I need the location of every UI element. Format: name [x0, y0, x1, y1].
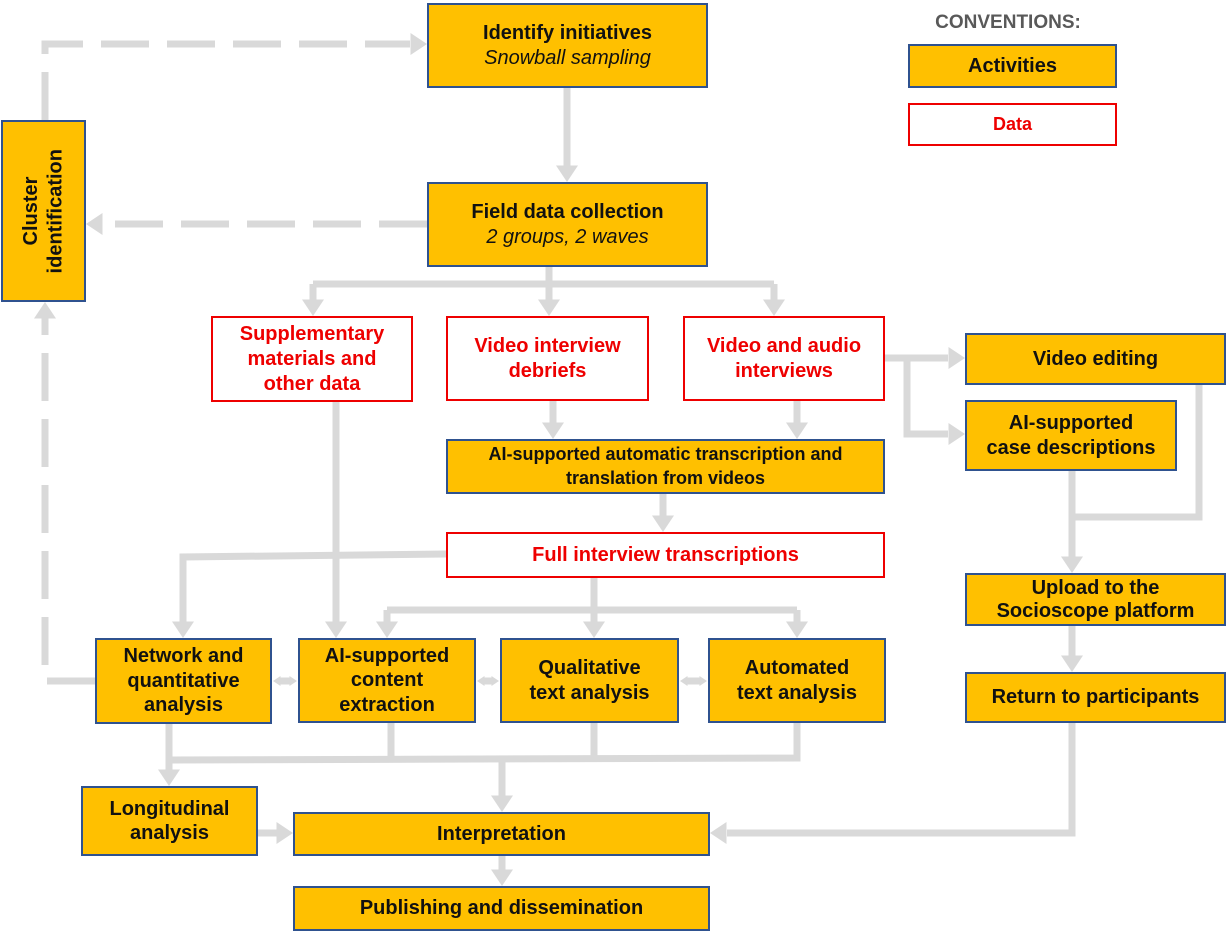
node-line-1: Cluster — [20, 176, 43, 246]
arrow-interviews-transcription — [786, 422, 808, 439]
legend-data: Data — [908, 103, 1117, 146]
arrow-transcription-full — [652, 515, 674, 532]
legend-activities: Activities — [908, 44, 1117, 88]
node-line-2: interviews — [735, 359, 833, 382]
node-video-editing[interactable]: Video editing — [965, 333, 1226, 385]
node-line-2: case descriptions — [986, 436, 1156, 459]
node-line-2: text analysis — [736, 681, 858, 704]
node-network-quantitative-analysis[interactable]: Network and quantitative analysis — [95, 638, 272, 724]
arrow-longitudinal-interpretation — [276, 822, 293, 844]
node-line-1: Qualitative — [538, 657, 641, 680]
node-line-1: AI-supported — [1008, 412, 1134, 435]
node-title: Return to participants — [991, 686, 1200, 709]
node-qualitative-text-analysis[interactable]: Qualitative text analysis — [500, 638, 679, 723]
node-line-3: other data — [263, 372, 361, 395]
node-field-data-collection[interactable]: Field data collection 2 groups, 2 waves — [427, 182, 708, 267]
node-line-2: translation from videos — [565, 467, 766, 488]
node-subtitle: 2 groups, 2 waves — [486, 225, 649, 248]
arrow-interpretation-publishing — [491, 869, 513, 886]
node-video-audio-interviews[interactable]: Video and audio interviews — [683, 316, 885, 401]
node-title: Identify initiatives — [483, 22, 652, 45]
node-line-1: Upload to the — [1031, 576, 1160, 599]
node-identify-initiatives[interactable]: Identify initiatives Snowball sampling — [427, 3, 708, 88]
edge-qualitative-automated-head-right — [699, 676, 707, 686]
arrow-identify-field — [556, 165, 578, 182]
node-line-2: identification — [44, 148, 67, 274]
node-line-1: Video interview — [474, 335, 621, 358]
node-title: Interpretation — [437, 822, 566, 845]
node-line-1: Supplementary — [239, 322, 385, 345]
node-line-2: Socioscope platform — [996, 599, 1195, 622]
edge-network-extraction-head-right — [289, 676, 297, 686]
edge-return-interpretation — [727, 723, 1076, 837]
arrow-merge-longitudinal — [158, 769, 180, 786]
node-line-1: AI-supported — [324, 644, 450, 667]
edge-interviews-case — [903, 358, 948, 438]
node-upload-socioscope[interactable]: Upload to the Socioscope platform — [965, 573, 1226, 626]
node-automated-text-analysis[interactable]: Automated text analysis — [708, 638, 886, 723]
node-line-1: AI-supported automatic transcription and — [488, 444, 843, 465]
node-line-3: extraction — [339, 693, 435, 716]
node-line-2: quantitative — [127, 669, 240, 692]
arrow-cluster-identify — [410, 33, 427, 55]
edge-automated-down — [168, 723, 801, 764]
arrow-interviews-case — [948, 423, 965, 445]
arrow-field-debriefs — [538, 299, 560, 316]
edge-network-cluster — [41, 318, 95, 685]
legend-data-label: Data — [992, 113, 1032, 134]
node-line-1: Longitudinal — [109, 797, 230, 820]
node-line-3: analysis — [144, 694, 223, 717]
node-interpretation[interactable]: Interpretation — [293, 812, 710, 856]
node-line-1: Network and — [123, 645, 244, 668]
node-ai-case-descriptions[interactable]: AI-supported case descriptions — [965, 400, 1177, 471]
node-cluster-identification[interactable]: Cluster identification — [1, 120, 86, 302]
edge-qualitative-automated-head-left — [680, 676, 688, 686]
edge-extraction-qualitative-head-right — [491, 676, 499, 686]
node-line-2: content — [350, 669, 424, 692]
node-ai-transcription[interactable]: AI-supported automatic transcription and… — [446, 439, 885, 494]
node-line-1: Automated — [744, 657, 850, 680]
node-subtitle: Snowball sampling — [484, 46, 651, 69]
arrow-upload-return — [1061, 655, 1083, 672]
arrow-merge-interpretation — [491, 795, 513, 812]
node-full-interview-transcriptions[interactable]: Full interview transcriptions — [446, 532, 885, 578]
arrow-field-interviews — [763, 299, 785, 316]
node-publishing-dissemination[interactable]: Publishing and dissemination — [293, 886, 710, 931]
edge-cluster-identify — [41, 40, 410, 120]
arrow-field-supplementary — [302, 299, 324, 316]
arrow-debriefs-transcription — [542, 422, 564, 439]
arrow-full-automated — [786, 621, 808, 638]
node-line-2: text analysis — [529, 681, 650, 704]
legend-activities-label: Activities — [968, 54, 1057, 77]
node-return-to-participants[interactable]: Return to participants — [965, 672, 1226, 723]
node-title: Full interview transcriptions — [532, 543, 799, 566]
node-line-2: analysis — [130, 822, 209, 844]
edge-extraction-qualitative-head-left — [477, 676, 485, 686]
arrow-field-cluster — [86, 213, 103, 235]
arrow-full-extraction — [376, 621, 398, 638]
arrow-supplementary-extraction — [325, 621, 347, 638]
node-video-interview-debriefs[interactable]: Video interview debriefs — [446, 316, 649, 401]
arrow-interviews-editing — [948, 347, 965, 369]
node-line-2: debriefs — [508, 359, 587, 382]
arrow-merge-upload — [1061, 556, 1083, 573]
arrow-full-network — [172, 621, 194, 638]
arrow-network-cluster — [34, 302, 56, 319]
conventions-title: CONVENTIONS: — [935, 12, 1081, 33]
node-longitudinal-analysis[interactable]: Longitudinal analysis — [81, 786, 258, 856]
node-title: Video editing — [1032, 347, 1159, 370]
arrow-full-qualitative — [583, 621, 605, 638]
node-title: Publishing and dissemination — [359, 897, 644, 920]
arrow-return-interpretation — [710, 822, 727, 844]
node-supplementary-materials[interactable]: Supplementary materials and other data — [211, 316, 413, 402]
node-title: Field data collection — [471, 201, 664, 224]
node-ai-content-extraction[interactable]: AI-supported content extraction — [298, 638, 476, 723]
node-line-2: materials and — [247, 347, 377, 370]
node-line-1: Video and audio — [706, 335, 862, 358]
edge-network-extraction-head-left — [273, 676, 281, 686]
methodology-flowchart: CONVENTIONS: Activities Data Identify in… — [0, 0, 1226, 939]
